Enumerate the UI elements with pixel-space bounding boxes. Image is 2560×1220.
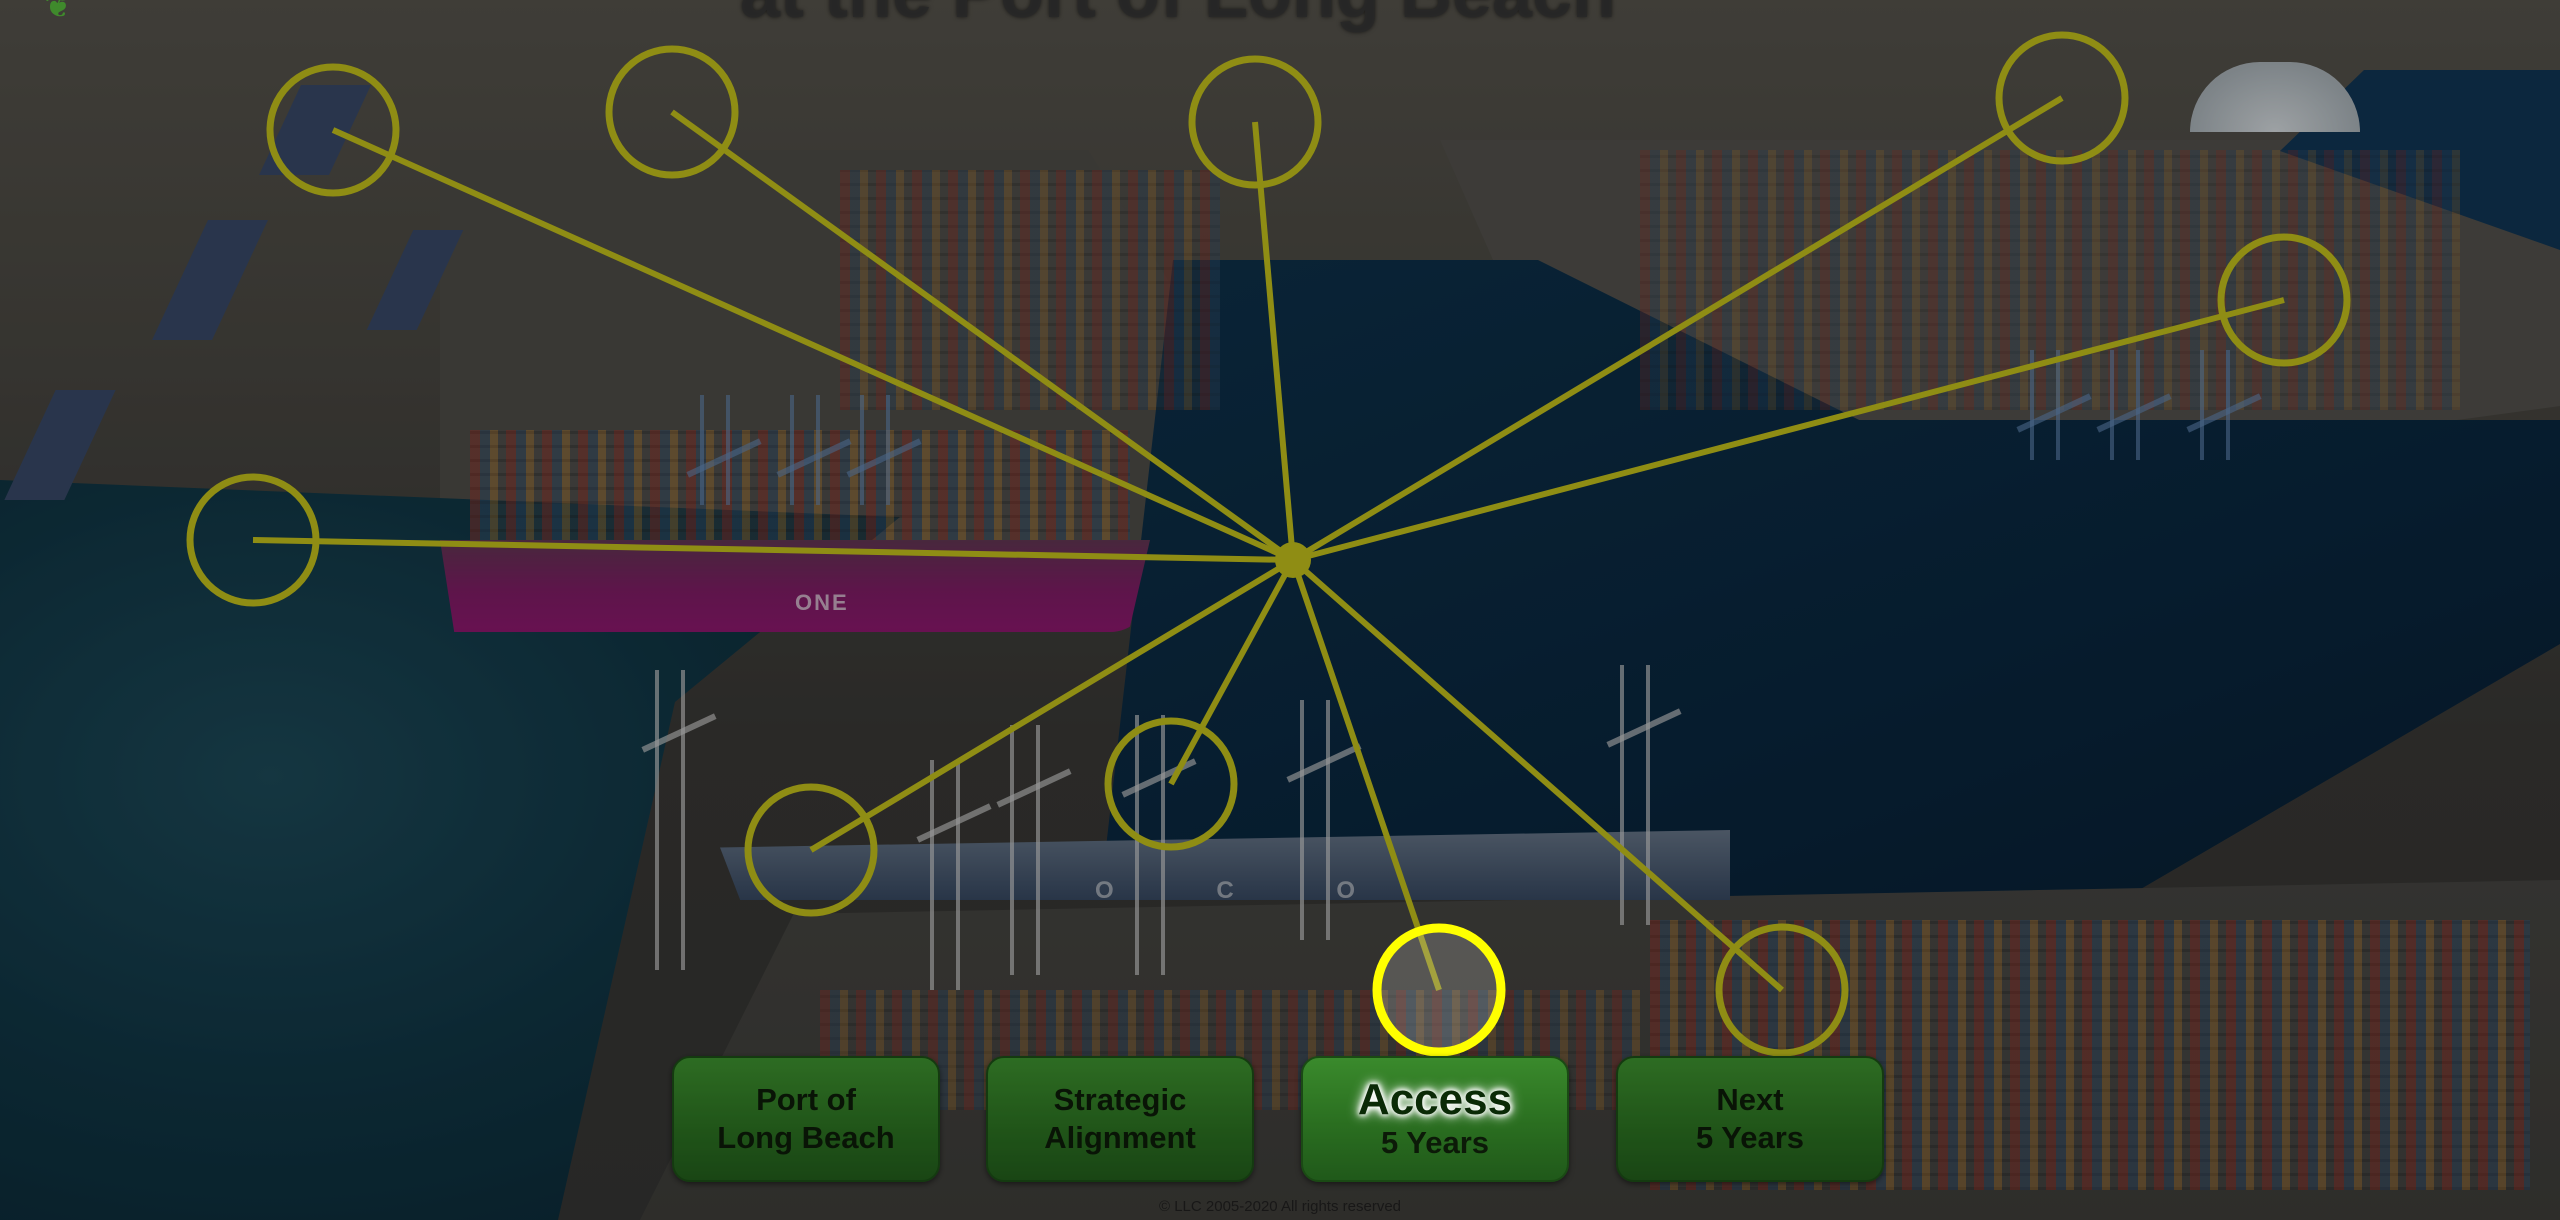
nav-button-port-of-long-beach[interactable]: Port of Long Beach — [672, 1056, 940, 1182]
nav-button-label-line-2: 5 Years — [1695, 1120, 1805, 1155]
nav-button-next-5-years[interactable]: Next 5 Years — [1616, 1056, 1884, 1182]
nav-button-access-5-years[interactable]: Access 5 Years — [1301, 1056, 1569, 1182]
hotspot-warehouses[interactable] — [266, 63, 400, 197]
port-hub-stage: ONE O C O ❦ at the Port of Long Beach — [0, 0, 2560, 1220]
hub-center-node — [1275, 542, 1311, 578]
spoke-lines — [252, 95, 2285, 993]
nav-button-label-line-1: Access — [1357, 1075, 1513, 1124]
spoke-line — [809, 557, 1295, 853]
nav-button-strategic-alignment[interactable]: Strategic Alignment — [986, 1056, 1254, 1182]
nav-button-label-line-2: Alignment — [1044, 1120, 1196, 1155]
spoke-line — [252, 537, 1294, 563]
nav-button-label-line-1: Strategic — [1053, 1082, 1187, 1117]
spoke-line — [1292, 297, 2285, 563]
spoke-line — [331, 127, 1295, 563]
nav-button-label-line-2: Long Beach — [717, 1120, 895, 1155]
copyright-footer: © LLC 2005-2020 All rights reserved — [1158, 1198, 1402, 1215]
spoke-line — [1291, 95, 2064, 563]
hotspot-highlighted[interactable] — [1372, 923, 1506, 1057]
nav-button-label-line-2: 5 Years — [1380, 1125, 1490, 1160]
nav-button-label-line-1: Next — [1716, 1082, 1784, 1117]
hotspot-truck-gate[interactable] — [1372, 923, 1506, 1057]
hub-spoke-overlay — [186, 31, 2351, 1057]
spoke-line — [670, 109, 1295, 563]
nav-button-label-line-1: Port of — [756, 1082, 856, 1117]
